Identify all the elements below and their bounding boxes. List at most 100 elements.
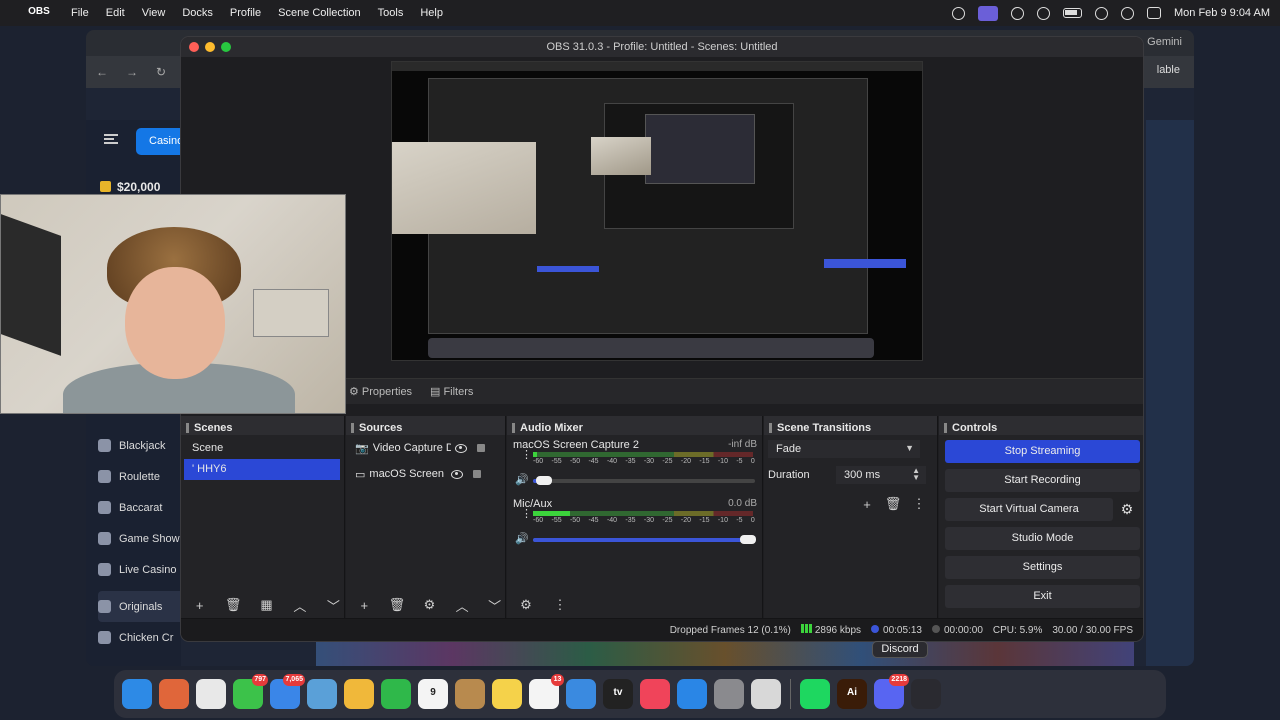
- volume-knob[interactable]: [740, 535, 757, 544]
- minimize-window-button[interactable]: [205, 42, 215, 52]
- calendar-icon[interactable]: 9: [418, 679, 448, 709]
- control-center-icon[interactable]: [1147, 7, 1161, 19]
- freeform-icon[interactable]: [566, 679, 596, 709]
- source-item[interactable]: 📷 Video Capture Devi: [346, 435, 505, 461]
- gpt-app-icon[interactable]: [751, 679, 781, 709]
- messages-icon[interactable]: 797: [233, 674, 268, 709]
- zoom-window-button[interactable]: [221, 42, 231, 52]
- lock-icon[interactable]: [476, 444, 485, 452]
- nav-item-roulette[interactable]: Roulette: [98, 461, 188, 492]
- duration-spinbox[interactable]: 300 ms ▲ ▼: [836, 466, 926, 484]
- nav-item-game-show[interactable]: Game Show: [98, 523, 188, 554]
- reminders-icon[interactable]: 13: [529, 674, 564, 709]
- source-item[interactable]: ▭ macOS Screen Capt: [346, 461, 505, 487]
- filters-button[interactable]: ▤ Filters: [430, 385, 473, 398]
- transition-select[interactable]: Fade ▼: [768, 440, 920, 458]
- menu-scene-collection[interactable]: Scene Collection: [278, 7, 361, 19]
- back-icon[interactable]: ←: [96, 65, 108, 79]
- channel-menu-icon[interactable]: ⋮: [521, 509, 532, 524]
- stream-preview[interactable]: [391, 61, 923, 361]
- wifi-icon[interactable]: [1095, 6, 1108, 20]
- move-down-icon[interactable]: ﹀: [484, 595, 505, 615]
- speaker-icon[interactable]: 🔊: [515, 532, 529, 545]
- menu-icon[interactable]: [104, 134, 118, 144]
- lock-icon[interactable]: [473, 470, 482, 478]
- finder-icon[interactable]: [122, 679, 152, 709]
- drag-handle-icon[interactable]: [186, 422, 189, 433]
- speaker-icon[interactable]: 🔊: [515, 473, 529, 486]
- volume-slider[interactable]: [533, 535, 757, 544]
- music-icon[interactable]: [640, 679, 670, 709]
- gemini-button[interactable]: Gemini: [1147, 36, 1182, 48]
- apple-tv-icon[interactable]: tv: [603, 679, 633, 709]
- maps-icon[interactable]: [307, 679, 337, 709]
- menu-view[interactable]: View: [142, 7, 166, 19]
- drag-handle-icon[interactable]: [769, 422, 772, 433]
- move-up-icon[interactable]: ︿: [289, 595, 310, 615]
- properties-button[interactable]: ⚙ Properties: [349, 385, 412, 398]
- scene-item[interactable]: Scene: [181, 438, 344, 459]
- add-scene-icon[interactable]: +: [189, 595, 210, 615]
- menu-edit[interactable]: Edit: [106, 7, 125, 19]
- browser-right-button[interactable]: lable: [1157, 64, 1180, 76]
- spotify-icon[interactable]: [800, 679, 830, 709]
- start-virtual-camera-button[interactable]: Start Virtual Camera: [945, 498, 1113, 521]
- mail-icon[interactable]: 7,065: [270, 674, 305, 709]
- close-window-button[interactable]: [189, 42, 199, 52]
- nav-item-chicken[interactable]: Chicken Cr: [98, 622, 188, 653]
- battery-icon[interactable]: [1063, 8, 1082, 18]
- nav-item-live-casino[interactable]: Live Casino: [98, 554, 188, 585]
- menu-docks[interactable]: Docks: [182, 7, 213, 19]
- menu-app-name[interactable]: OBS: [24, 0, 54, 28]
- transition-menu-icon[interactable]: ⋮: [908, 494, 930, 514]
- source-properties-icon[interactable]: ⚙: [419, 595, 440, 615]
- drag-handle-icon[interactable]: [512, 422, 515, 433]
- stop-streaming-button[interactable]: Stop Streaming: [945, 440, 1140, 463]
- move-up-icon[interactable]: ︿: [452, 595, 473, 615]
- screen-share-icon[interactable]: [978, 5, 998, 21]
- menu-tools[interactable]: Tools: [378, 7, 404, 19]
- channel-menu-icon[interactable]: ⋮: [521, 450, 532, 465]
- system-settings-icon[interactable]: [714, 679, 744, 709]
- volume-slider[interactable]: [533, 476, 755, 485]
- studio-mode-button[interactable]: Studio Mode: [945, 527, 1140, 550]
- exit-button[interactable]: Exit: [945, 585, 1140, 608]
- remove-scene-icon[interactable]: 🗑: [222, 595, 243, 615]
- remove-transition-icon[interactable]: 🗑: [882, 494, 904, 514]
- obs-status-icon[interactable]: [952, 6, 965, 20]
- virtual-camera-gear-icon[interactable]: ⚙: [1115, 498, 1139, 521]
- launchpad-icon[interactable]: [159, 679, 189, 709]
- obs-icon[interactable]: [911, 679, 941, 709]
- drag-handle-icon[interactable]: [351, 422, 354, 433]
- remove-source-icon[interactable]: 🗑: [387, 595, 408, 615]
- filter-scene-icon[interactable]: ▦: [256, 595, 277, 615]
- add-transition-icon[interactable]: +: [856, 494, 878, 514]
- visibility-eye-icon[interactable]: [451, 469, 464, 479]
- add-source-icon[interactable]: +: [354, 595, 375, 615]
- menubar-clock[interactable]: Mon Feb 9 9:04 AM: [1174, 7, 1270, 19]
- app-store-icon[interactable]: [677, 679, 707, 709]
- menu-file[interactable]: File: [71, 7, 89, 19]
- start-recording-button[interactable]: Start Recording: [945, 469, 1140, 492]
- move-down-icon[interactable]: ﹀: [323, 595, 344, 615]
- settings-button[interactable]: Settings: [945, 556, 1140, 579]
- photos-icon[interactable]: [344, 679, 374, 709]
- mixer-menu-icon[interactable]: ⋮: [549, 595, 571, 615]
- menu-profile[interactable]: Profile: [230, 7, 261, 19]
- chrome-icon[interactable]: [196, 679, 226, 709]
- menu-help[interactable]: Help: [420, 7, 443, 19]
- play-icon[interactable]: [1037, 6, 1050, 20]
- drag-handle-icon[interactable]: [944, 422, 947, 433]
- visibility-eye-icon[interactable]: [454, 443, 467, 453]
- volume-knob[interactable]: [536, 476, 553, 485]
- search-icon[interactable]: [1121, 6, 1134, 20]
- contacts-icon[interactable]: [455, 679, 485, 709]
- notes-icon[interactable]: [492, 679, 522, 709]
- scene-item-selected[interactable]: ' HHY6: [184, 459, 340, 480]
- nav-item-originals[interactable]: Originals: [98, 591, 188, 622]
- nav-item-blackjack[interactable]: Blackjack: [98, 430, 188, 461]
- reload-icon[interactable]: ↻: [156, 65, 166, 79]
- stepper-icon[interactable]: ▲ ▼: [912, 467, 920, 482]
- facetime-icon[interactable]: [381, 679, 411, 709]
- forward-icon[interactable]: →: [126, 65, 138, 79]
